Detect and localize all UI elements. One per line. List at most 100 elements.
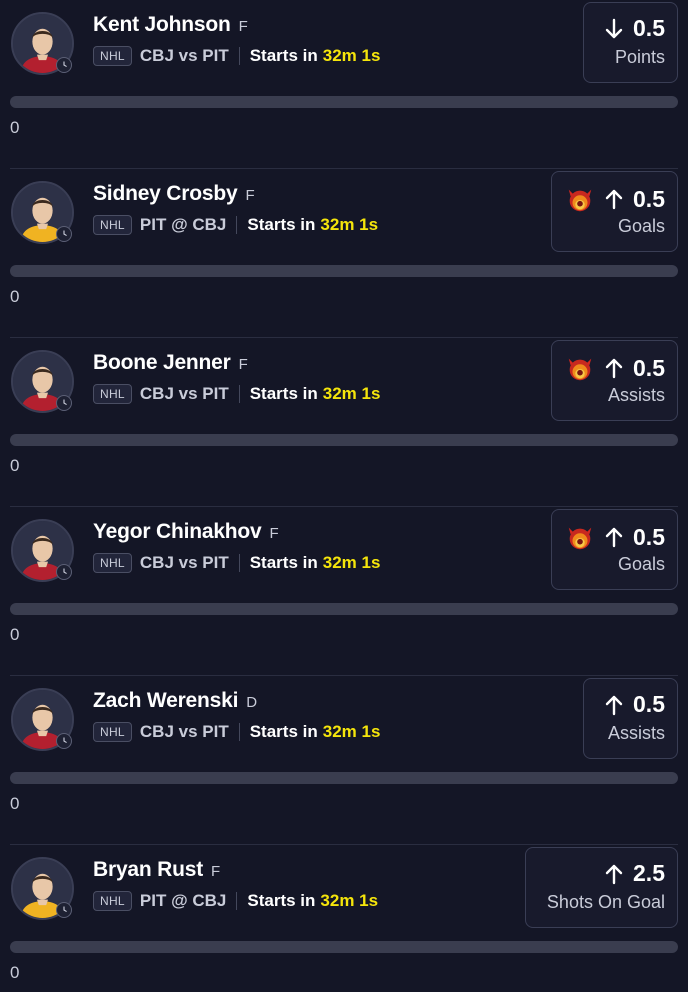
starts-label: Starts in (249, 46, 318, 65)
player-position: F (238, 356, 248, 373)
progress-bar (10, 434, 678, 446)
pick-line: 0.5 (565, 184, 665, 214)
matchup: CBJ vs PIT (139, 553, 229, 572)
pick-line: 2.5 (603, 860, 665, 887)
player-prop-row[interactable]: Zach Werenski D NHL CBJ vs PIT Starts in… (0, 676, 688, 845)
clock-icon (56, 395, 72, 411)
arrow-up-icon (605, 358, 623, 379)
pick-card[interactable]: 0.5 Points (583, 2, 678, 83)
stat-type: Shots On Goal (546, 892, 665, 912)
matchup: CBJ vs PIT (139, 384, 229, 403)
pick-card[interactable]: 0.5 Goals (551, 509, 678, 590)
matchup: CBJ vs PIT (139, 46, 229, 65)
game-info: NHL PIT @ CBJ Starts in 32m 1s (93, 891, 378, 911)
starts-label: Starts in (249, 722, 318, 741)
player-name[interactable]: Yegor Chinakhov (93, 520, 262, 544)
pick-line: 0.5 (565, 522, 665, 552)
progress-bar (10, 603, 678, 615)
line-value: 0.5 (633, 354, 665, 381)
hot-pick-icon (568, 189, 592, 212)
matchup: PIT @ CBJ (139, 891, 227, 910)
progress-value: 0 (10, 118, 20, 137)
clock-icon (56, 57, 72, 73)
progress-value: 0 (10, 287, 20, 306)
league-badge: NHL (93, 891, 132, 911)
countdown-timer: 32m 1s (322, 46, 381, 65)
line-value: 0.5 (633, 523, 665, 550)
countdown-timer: 32m 1s (322, 553, 381, 572)
pick-card[interactable]: 0.5 Assists (583, 678, 678, 759)
arrow-up-icon (605, 189, 623, 210)
game-info: NHL CBJ vs PIT Starts in 32m 1s (93, 46, 380, 66)
progress-bar (10, 772, 678, 784)
countdown-timer: 32m 1s (322, 722, 381, 741)
line-value: 2.5 (633, 860, 665, 886)
player-name[interactable]: Zach Werenski (93, 689, 238, 713)
player-name[interactable]: Sidney Crosby (93, 182, 238, 206)
player-name-line: Kent Johnson F (93, 13, 248, 37)
arrow-up-icon (605, 527, 623, 548)
matchup: CBJ vs PIT (139, 722, 229, 741)
pick-card[interactable]: 0.5 Assists (551, 340, 678, 421)
stat-type: Points (614, 47, 665, 67)
countdown-timer: 32m 1s (320, 215, 379, 234)
progress-bar (10, 96, 678, 108)
player-prop-row[interactable]: Bryan Rust F NHL PIT @ CBJ Starts in 32m… (0, 845, 688, 992)
pick-line: 0.5 (603, 15, 665, 42)
hot-pick-icon (568, 527, 592, 550)
game-info: NHL CBJ vs PIT Starts in 32m 1s (93, 553, 380, 573)
league-badge: NHL (93, 722, 132, 742)
pick-card[interactable]: 0.5 Goals (551, 171, 678, 252)
starts-label: Starts in (249, 553, 318, 572)
line-value: 0.5 (633, 15, 665, 41)
player-name[interactable]: Kent Johnson (93, 13, 231, 37)
meta-divider (238, 723, 240, 741)
stat-type: Goals (617, 216, 665, 236)
player-name-line: Yegor Chinakhov F (93, 520, 279, 544)
meta-divider (236, 216, 238, 234)
player-name-line: Boone Jenner F (93, 351, 248, 375)
starts-label: Starts in (249, 384, 318, 403)
player-prop-row[interactable]: Kent Johnson F NHL CBJ vs PIT Starts in … (0, 0, 688, 169)
meta-divider (238, 554, 240, 572)
player-name[interactable]: Boone Jenner (93, 351, 231, 375)
clock-icon (56, 564, 72, 580)
arrow-up-icon (605, 864, 623, 884)
stat-type: Assists (607, 723, 665, 743)
league-badge: NHL (93, 215, 132, 235)
progress-bar (10, 265, 678, 277)
player-position: F (245, 187, 255, 204)
player-prop-row[interactable]: Sidney Crosby F NHL PIT @ CBJ Starts in … (0, 169, 688, 338)
player-prop-list: Kent Johnson F NHL CBJ vs PIT Starts in … (0, 0, 688, 992)
clock-icon (56, 733, 72, 749)
progress-value: 0 (10, 625, 20, 644)
player-position: F (238, 18, 248, 35)
game-info: NHL CBJ vs PIT Starts in 32m 1s (93, 722, 380, 742)
meta-divider (238, 47, 240, 65)
progress-value: 0 (10, 794, 20, 813)
game-info: NHL CBJ vs PIT Starts in 32m 1s (93, 384, 380, 404)
arrow-up-icon (605, 695, 623, 715)
countdown-timer: 32m 1s (322, 384, 381, 403)
arrow-down-icon (605, 18, 623, 38)
meta-divider (238, 385, 240, 403)
stat-type: Goals (617, 554, 665, 574)
line-value: 0.5 (633, 185, 665, 212)
pick-line: 0.5 (565, 353, 665, 383)
player-prop-row[interactable]: Yegor Chinakhov F NHL CBJ vs PIT Starts … (0, 507, 688, 676)
pick-line: 0.5 (603, 691, 665, 718)
meta-divider (236, 892, 238, 910)
player-name-line: Zach Werenski D (93, 689, 257, 713)
player-prop-row[interactable]: Boone Jenner F NHL CBJ vs PIT Starts in … (0, 338, 688, 507)
starts-label: Starts in (247, 215, 316, 234)
league-badge: NHL (93, 553, 132, 573)
line-value: 0.5 (633, 691, 665, 717)
pick-card[interactable]: 2.5 Shots On Goal (525, 847, 678, 928)
clock-icon (56, 226, 72, 242)
progress-bar (10, 941, 678, 953)
stat-type: Assists (607, 385, 665, 405)
player-name-line: Sidney Crosby F (93, 182, 255, 206)
player-name[interactable]: Bryan Rust (93, 858, 203, 882)
countdown-timer: 32m 1s (320, 891, 379, 910)
clock-icon (56, 902, 72, 918)
